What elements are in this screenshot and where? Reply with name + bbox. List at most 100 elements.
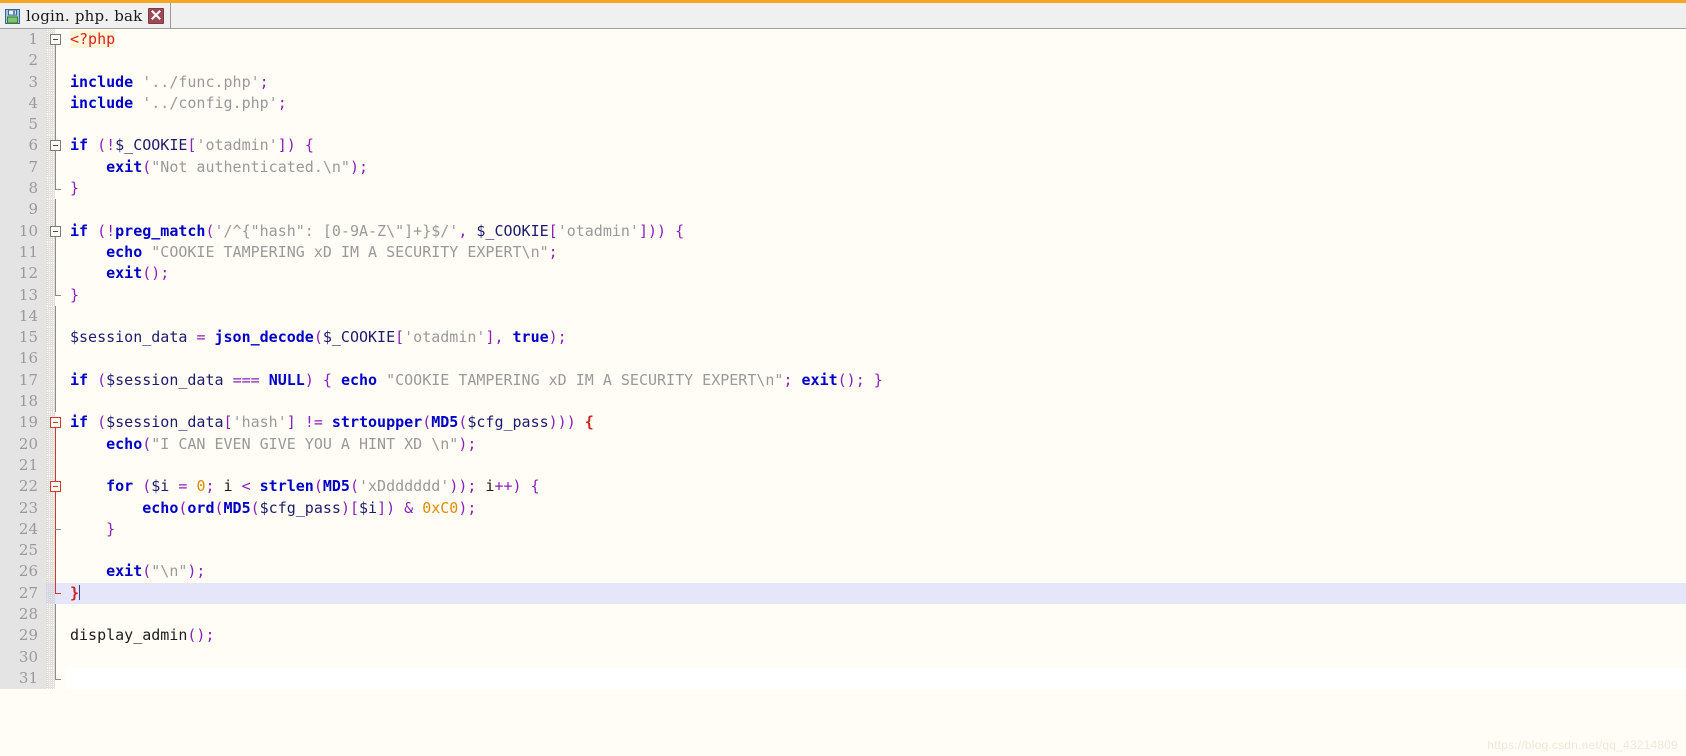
code-line-2[interactable]: 2 [0, 50, 1686, 72]
fold-column[interactable] [46, 667, 66, 690]
code-line-25[interactable]: 25 [0, 540, 1686, 562]
line-number: 14 [0, 305, 46, 328]
line-number: 16 [0, 348, 46, 370]
fold-column[interactable] [46, 199, 66, 221]
code-text: if ($session_data['hash'] != strtoupper(… [66, 412, 1686, 434]
code-line-4[interactable]: 4 include '../config.php'; [0, 92, 1686, 115]
code-line-18[interactable]: 18 [0, 391, 1686, 413]
fold-column[interactable] [46, 263, 66, 285]
code-text: exit("Not authenticated.\n"); [66, 156, 1686, 179]
code-text: echo "COOKIE TAMPERING xD IM A SECURITY … [66, 241, 1686, 264]
fold-column[interactable] [46, 518, 66, 541]
tab-title: login. php. bak [26, 7, 143, 25]
code-line-5[interactable]: 5 [0, 114, 1686, 136]
code-editor[interactable]: 1 <?php 2 3 include '../func.php'; 4 inc… [0, 29, 1686, 756]
code-text [66, 540, 1686, 562]
line-number: 3 [0, 71, 46, 93]
fold-column[interactable] [46, 178, 66, 200]
code-line-27[interactable]: 27 } [0, 582, 1686, 605]
code-line-11[interactable]: 11 echo "COOKIE TAMPERING xD IM A SECURI… [0, 241, 1686, 264]
code-line-9[interactable]: 9 [0, 199, 1686, 221]
code-line-24[interactable]: 24 } [0, 518, 1686, 541]
code-line-6[interactable]: 6 if (!$_COOKIE['otadmin']) { [0, 135, 1686, 158]
line-number: 10 [0, 220, 46, 242]
fold-column[interactable] [46, 241, 66, 264]
code-text [66, 348, 1686, 370]
fold-column[interactable] [46, 284, 66, 307]
code-line-22[interactable]: 22 for ($i = 0; i < strlen(MD5('xDdddddd… [0, 476, 1686, 498]
fold-toggle-icon [50, 481, 61, 493]
close-icon[interactable] [148, 8, 165, 24]
fold-column[interactable] [46, 305, 66, 328]
line-number: 25 [0, 540, 46, 562]
fold-column[interactable] [46, 497, 66, 520]
code-line-26[interactable]: 26 exit("\n"); [0, 561, 1686, 584]
line-number: 27 [0, 582, 46, 605]
line-number: 22 [0, 476, 46, 498]
fold-column[interactable] [46, 348, 66, 371]
line-number: 26 [0, 561, 46, 583]
fold-column[interactable] [46, 625, 66, 647]
code-text: echo("I CAN EVEN GIVE YOU A HINT XD \n")… [66, 433, 1686, 455]
line-number: 1 [0, 29, 46, 51]
fold-column[interactable] [46, 29, 66, 51]
code-text: } [66, 518, 1686, 541]
line-number: 21 [0, 454, 46, 477]
code-line-19[interactable]: 19 if ($session_data['hash'] != strtoupp… [0, 412, 1686, 434]
code-text [66, 199, 1686, 221]
code-line-29[interactable]: 29 display_admin(); [0, 625, 1686, 647]
code-text [66, 305, 1686, 328]
code-line-7[interactable]: 7 exit("Not authenticated.\n"); [0, 156, 1686, 179]
fold-column[interactable] [46, 71, 66, 94]
fold-toggle-icon [50, 140, 61, 152]
code-text [66, 391, 1686, 413]
fold-column[interactable] [46, 135, 66, 158]
fold-column[interactable] [46, 156, 66, 179]
code-line-3[interactable]: 3 include '../func.php'; [0, 71, 1686, 94]
code-line-1[interactable]: 1 <?php [0, 29, 1686, 51]
code-line-21[interactable]: 21 [0, 454, 1686, 477]
code-line-31[interactable]: 31 [0, 667, 1686, 690]
code-line-30[interactable]: 30 [0, 646, 1686, 669]
fold-column[interactable] [46, 92, 66, 115]
code-line-12[interactable]: 12 exit(); [0, 263, 1686, 285]
fold-column[interactable] [46, 561, 66, 584]
code-text: if (!preg_match('/^{"hash": [0-9A-Z\"]+}… [66, 220, 1686, 242]
fold-column[interactable] [46, 50, 66, 72]
fold-column[interactable] [46, 327, 66, 349]
code-line-14[interactable]: 14 [0, 305, 1686, 328]
line-number: 5 [0, 114, 46, 136]
fold-column[interactable] [46, 369, 66, 392]
fold-toggle-icon [50, 34, 61, 45]
fold-column[interactable] [46, 433, 66, 456]
tab-bar: login. php. bak [0, 0, 1686, 29]
fold-column[interactable] [46, 582, 66, 605]
fold-column[interactable] [46, 220, 66, 243]
fold-column[interactable] [46, 391, 66, 413]
fold-column[interactable] [46, 476, 66, 498]
code-line-10[interactable]: 10 if (!preg_match('/^{"hash": [0-9A-Z\"… [0, 220, 1686, 243]
fold-column[interactable] [46, 412, 66, 434]
code-text: exit(); [66, 263, 1686, 285]
fold-column[interactable] [46, 540, 66, 562]
line-number: 23 [0, 497, 46, 519]
code-line-20[interactable]: 20 echo("I CAN EVEN GIVE YOU A HINT XD \… [0, 433, 1686, 456]
code-text: include '../func.php'; [66, 71, 1686, 93]
code-line-15[interactable]: 15 $session_data = json_decode($_COOKIE[… [0, 327, 1686, 349]
tab-bar-empty-area [171, 3, 1686, 29]
code-text: for ($i = 0; i < strlen(MD5('xDdddddd'))… [66, 476, 1686, 498]
fold-column[interactable] [46, 454, 66, 477]
line-number: 2 [0, 50, 46, 72]
code-line-17[interactable]: 17 if ($session_data === NULL) { echo "C… [0, 369, 1686, 392]
code-text [66, 114, 1686, 136]
code-line-23[interactable]: 23 echo(ord(MD5($cfg_pass)[$i]) & 0xC0); [0, 497, 1686, 520]
fold-column[interactable] [46, 646, 66, 669]
code-line-13[interactable]: 13 } [0, 284, 1686, 307]
tab-login-php-bak[interactable]: login. php. bak [0, 3, 172, 29]
code-line-16[interactable]: 16 [0, 348, 1686, 371]
fold-column[interactable] [46, 114, 66, 136]
code-line-8[interactable]: 8 } [0, 178, 1686, 200]
code-line-28[interactable]: 28 [0, 604, 1686, 626]
fold-column[interactable] [46, 604, 66, 626]
code-text: } [66, 582, 1686, 605]
